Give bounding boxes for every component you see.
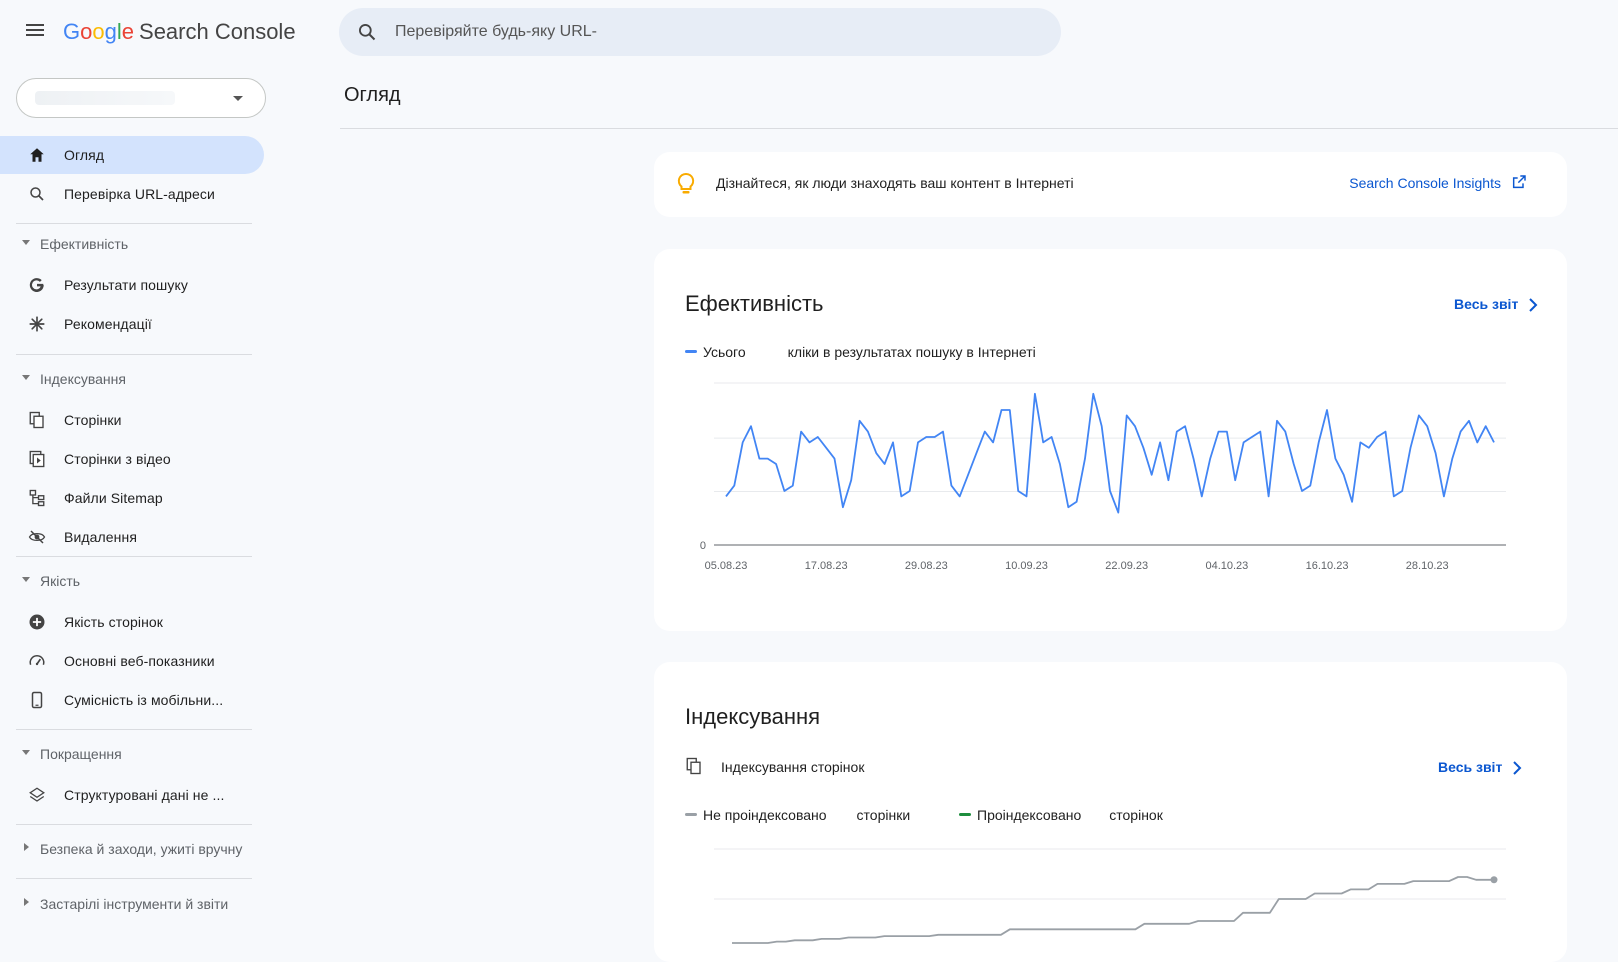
x-tick-label: 29.08.23: [905, 560, 948, 572]
section-legacy-tools[interactable]: Застарілі інструменти й звіти: [0, 886, 264, 920]
section-security-manual-actions[interactable]: Безпека й заходи, ужиті вручну: [0, 831, 264, 865]
header-divider: [340, 128, 1618, 129]
sidebar-item-core-web-vitals[interactable]: Основні веб-показники: [0, 642, 264, 680]
section-quality[interactable]: Якість: [0, 563, 264, 597]
series-end-point: [1490, 876, 1498, 884]
insights-text: Дізнайтеся, як люди знаходять ваш контен…: [716, 175, 1074, 191]
collapse-arrow-icon: [22, 577, 30, 582]
dropdown-arrow-icon: [233, 96, 243, 101]
x-tick-label: 16.10.23: [1306, 560, 1349, 572]
url-inspection-search-bar[interactable]: [339, 8, 1061, 56]
indexing-chart: [714, 848, 1506, 944]
url-inspection-input[interactable]: [395, 20, 1035, 44]
section-indexing[interactable]: Індексування: [0, 361, 264, 395]
search-icon: [30, 187, 44, 201]
x-tick-label: 28.10.23: [1406, 560, 1449, 572]
x-tick-label: 04.10.23: [1205, 560, 1248, 572]
property-name-redacted: [35, 91, 175, 105]
y-tick-label: 0: [700, 540, 706, 552]
x-tick-label: 05.08.23: [705, 560, 748, 572]
sidebar-item-search-results[interactable]: Результати пошуку: [0, 266, 264, 304]
search-icon: [359, 24, 376, 41]
sidebar-item-recommendations[interactable]: Рекомендації: [0, 305, 264, 343]
divider: [16, 354, 252, 355]
external-link-icon[interactable]: [1511, 174, 1527, 190]
sidebar-item-sitemaps[interactable]: Файли Sitemap: [0, 479, 264, 517]
x-tick-label: 10.09.23: [1005, 560, 1048, 572]
page-title: Огляд: [344, 84, 401, 106]
indexing-card: Індексування Індексування сторінок Весь …: [654, 662, 1567, 962]
video-pages-icon: [29, 450, 45, 468]
performance-chart: 0 05.08.23 17.08.23 29.08.23 10.09.23 22.09.2…: [700, 382, 1506, 572]
google-g-icon: [29, 278, 44, 293]
lightbulb-icon: [677, 172, 695, 194]
expand-arrow-icon: [24, 898, 29, 906]
legend-swatch-not-indexed: [685, 812, 697, 816]
performance-full-report-link[interactable]: Весь звіт: [1454, 296, 1518, 312]
section-enhancements[interactable]: Покращення: [0, 736, 264, 770]
sidebar-item-pages[interactable]: Сторінки: [0, 401, 264, 439]
collapse-arrow-icon: [22, 240, 30, 245]
x-tick-label: 17.08.23: [805, 560, 848, 572]
search-console-insights-link[interactable]: Search Console Insights: [1349, 175, 1501, 191]
mobile-icon: [31, 691, 43, 709]
sidebar-item-removals[interactable]: Видалення: [0, 518, 264, 556]
indexing-full-report-link[interactable]: Весь звіт: [1438, 759, 1502, 775]
property-selector[interactable]: [16, 78, 266, 118]
insights-banner: Дізнайтеся, як люди знаходять ваш контен…: [654, 152, 1567, 217]
series-line-not-indexed: [732, 876, 1494, 944]
sidebar-item-url-inspection[interactable]: Перевірка URL-адреси: [0, 175, 264, 213]
expand-arrow-icon: [24, 843, 29, 851]
sidebar-item-page-experience[interactable]: Якість сторінок: [0, 603, 264, 641]
eye-off-icon: [28, 530, 46, 544]
layers-icon: [29, 787, 45, 802]
x-tick-label: 22.09.23: [1105, 560, 1148, 572]
sitemap-icon: [29, 489, 45, 507]
divider: [16, 824, 252, 825]
performance-legend: Усього кліки в результатах пошуку в Інтер…: [685, 344, 1036, 360]
divider: [16, 729, 252, 730]
chevron-right-icon[interactable]: [1528, 298, 1538, 312]
performance-card: Ефективність Весь звіт Усього кліки в рез…: [654, 249, 1567, 631]
series-line-clicks: [725, 392, 1495, 514]
product-name: Search Console: [139, 19, 296, 44]
divider: [16, 878, 252, 879]
gauge-icon: [29, 655, 45, 666]
sidebar-item-video-pages[interactable]: Сторінки з відео: [0, 440, 264, 478]
performance-title: Ефективність: [685, 291, 824, 316]
asterisk-icon: [29, 316, 45, 332]
sidebar-item-structured-data[interactable]: Структуровані дані не ...: [0, 776, 264, 814]
top-bar: Google Search Console: [0, 0, 1618, 66]
search-console-logo[interactable]: Google Search Console: [63, 18, 296, 46]
plus-circle-icon: [29, 614, 45, 630]
pages-icon: [686, 757, 701, 775]
legend-swatch-clicks: [685, 349, 697, 353]
section-performance[interactable]: Ефективність: [0, 226, 264, 260]
sidebar-item-overview[interactable]: Огляд: [0, 136, 264, 174]
legend-indexed: Проіндексовано сторінок: [959, 807, 1163, 823]
legend-not-indexed: Не проіндексовано сторінки: [685, 807, 910, 823]
divider: [16, 556, 252, 557]
home-icon: [30, 148, 44, 162]
hamburger-menu-icon[interactable]: [24, 21, 46, 43]
sidebar-item-mobile-usability[interactable]: Сумісність із мобільни...: [0, 681, 264, 719]
collapse-arrow-icon: [22, 750, 30, 755]
legend-swatch-indexed: [959, 812, 971, 816]
indexing-title: Індексування: [685, 704, 821, 729]
collapse-arrow-icon: [22, 375, 30, 380]
divider: [16, 223, 252, 224]
sidebar: Огляд Перевірка URL-адреси Ефективність …: [0, 66, 270, 950]
chevron-right-icon[interactable]: [1512, 761, 1522, 775]
indexing-subtitle: Індексування сторінок: [721, 759, 865, 775]
pages-icon: [29, 411, 44, 429]
